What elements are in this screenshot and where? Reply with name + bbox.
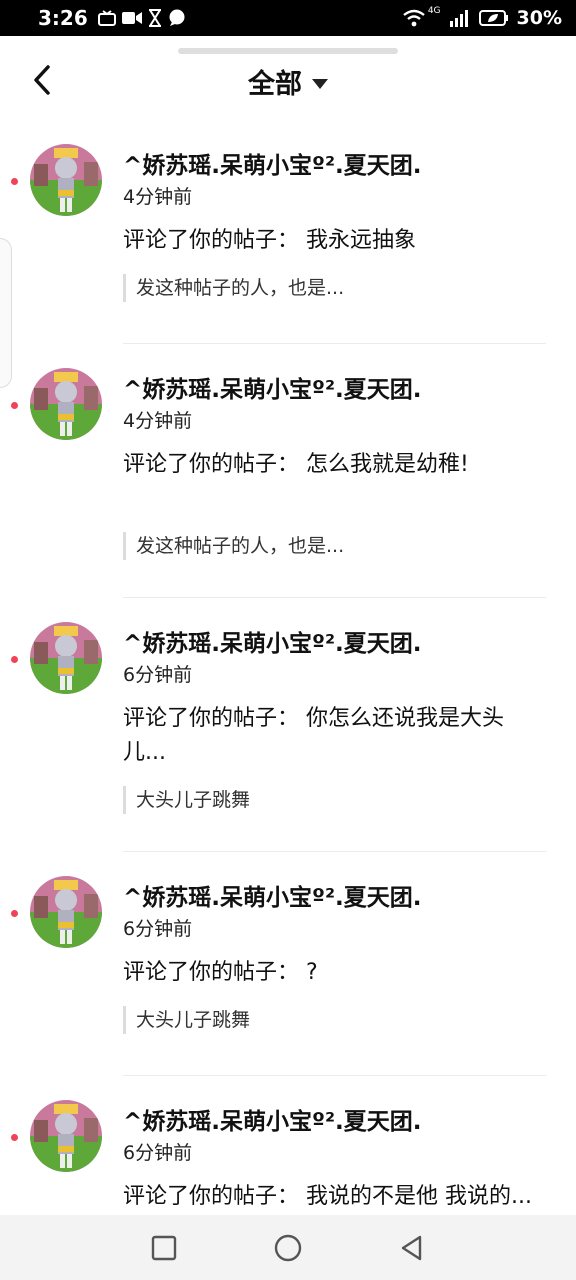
video-icon bbox=[121, 12, 142, 24]
user-name[interactable]: ^娇苏瑶.呆萌小宝º².夏天团. bbox=[123, 146, 422, 180]
tv-icon bbox=[97, 10, 116, 26]
unread-dot bbox=[11, 1134, 18, 1141]
status-right: 4G 30% bbox=[402, 6, 562, 29]
notification-item[interactable]: ^娇苏瑶.呆萌小宝º².夏天团. 4分钟前评论了你的帖子： 我永远抽象 发这种帖子的… bbox=[0, 120, 576, 344]
triangle-left-icon bbox=[401, 1235, 422, 1260]
status-bar: 3:26 4G 30% bbox=[0, 0, 576, 36]
unread-dot bbox=[11, 402, 18, 409]
header: 全部 bbox=[0, 56, 576, 106]
notification-list: ^娇苏瑶.呆萌小宝º².夏天团. 4分钟前 评论了你的帖子： 我永远抽象 发这种帖子的… bbox=[0, 120, 576, 1215]
unread-dot bbox=[11, 656, 18, 663]
square-icon bbox=[151, 1235, 177, 1260]
triangle-down-icon bbox=[312, 78, 328, 89]
status-notification-icons bbox=[97, 9, 186, 27]
user-name[interactable]: ^娇苏瑶.呆萌小宝º².夏天团. bbox=[123, 624, 422, 658]
status-time: 3:26 bbox=[38, 6, 88, 30]
avatar[interactable] bbox=[30, 876, 102, 948]
wifi-icon bbox=[403, 9, 425, 27]
notification-time: 6分钟前 bbox=[123, 1142, 193, 1164]
comment-text: 评论了你的帖子： 我永远抽象 bbox=[123, 228, 416, 253]
battery-icon bbox=[478, 10, 508, 26]
sheet-drag-handle[interactable] bbox=[178, 48, 398, 54]
circle-icon bbox=[274, 1234, 302, 1261]
user-name[interactable]: ^娇苏瑶.呆萌小宝º².夏天团. bbox=[123, 878, 422, 912]
quoted-post[interactable]: 发这种帖子的人，也是... bbox=[123, 532, 344, 560]
notification-item[interactable]: ^娇苏瑶.呆萌小宝º².夏天团. 6分钟前评论了你的帖子： 你怎么还说我是大头儿.… bbox=[0, 598, 576, 852]
notification-item[interactable]: ^娇苏瑶.呆萌小宝º².夏天团. 4分钟前评论了你的帖子： 怎么我就是幼稚! 发这种… bbox=[0, 344, 576, 598]
avatar-image bbox=[30, 368, 102, 440]
comment-text: 评论了你的帖子： 我说的不是他 我说的... bbox=[123, 1184, 532, 1209]
comment-text: 评论了你的帖子： ? bbox=[123, 960, 318, 985]
back-nav-button[interactable] bbox=[392, 1228, 432, 1268]
quoted-post[interactable]: 大头儿子跳舞 bbox=[123, 1006, 250, 1034]
user-name[interactable]: ^娇苏瑶.呆萌小宝º².夏天团. bbox=[123, 370, 422, 404]
notification-time: 4分钟前 bbox=[123, 186, 193, 208]
signal-icon bbox=[449, 10, 468, 27]
unread-dot bbox=[11, 178, 18, 185]
notification-time: 6分钟前 bbox=[123, 664, 193, 686]
quoted-post[interactable]: 大头儿子跳舞 bbox=[123, 786, 250, 814]
message-icon bbox=[169, 9, 185, 26]
page-title: 全部 bbox=[248, 69, 302, 100]
recents-button[interactable] bbox=[144, 1228, 184, 1268]
notification-item[interactable]: ^娇苏瑶.呆萌小宝º².夏天团. 6分钟前评论了你的帖子： ? 大头儿子跳舞 bbox=[0, 852, 576, 1076]
avatar[interactable] bbox=[30, 368, 102, 440]
avatar-image bbox=[30, 144, 102, 216]
comment-text: 评论了你的帖子： 怎么我就是幼稚! bbox=[123, 452, 469, 477]
notification-time: 6分钟前 bbox=[123, 918, 193, 940]
avatar-image bbox=[30, 622, 102, 694]
avatar-image bbox=[30, 1100, 102, 1172]
notification-time: 4分钟前 bbox=[123, 410, 193, 432]
comment-text: 评论了你的帖子： 你怎么还说我是大头儿... bbox=[123, 706, 504, 765]
avatar[interactable] bbox=[30, 1100, 102, 1172]
hourglass-icon bbox=[148, 9, 161, 27]
battery-percent: 30% bbox=[516, 7, 562, 29]
network-type: 4G bbox=[427, 6, 441, 16]
quoted-post[interactable]: 发这种帖子的人，也是... bbox=[123, 274, 344, 302]
user-name[interactable]: ^娇苏瑶.呆萌小宝º².夏天团. bbox=[123, 1102, 422, 1136]
home-button[interactable] bbox=[268, 1228, 308, 1268]
unread-dot bbox=[11, 910, 18, 917]
avatar[interactable] bbox=[30, 622, 102, 694]
system-nav-bar bbox=[0, 1215, 576, 1280]
notification-item[interactable]: ^娇苏瑶.呆萌小宝º².夏天团. 6分钟前评论了你的帖子： 我说的不是他 我说的.… bbox=[0, 1076, 576, 1215]
avatar[interactable] bbox=[30, 144, 102, 216]
avatar-image bbox=[30, 876, 102, 948]
filter-dropdown[interactable]: 全部 bbox=[0, 62, 576, 101]
